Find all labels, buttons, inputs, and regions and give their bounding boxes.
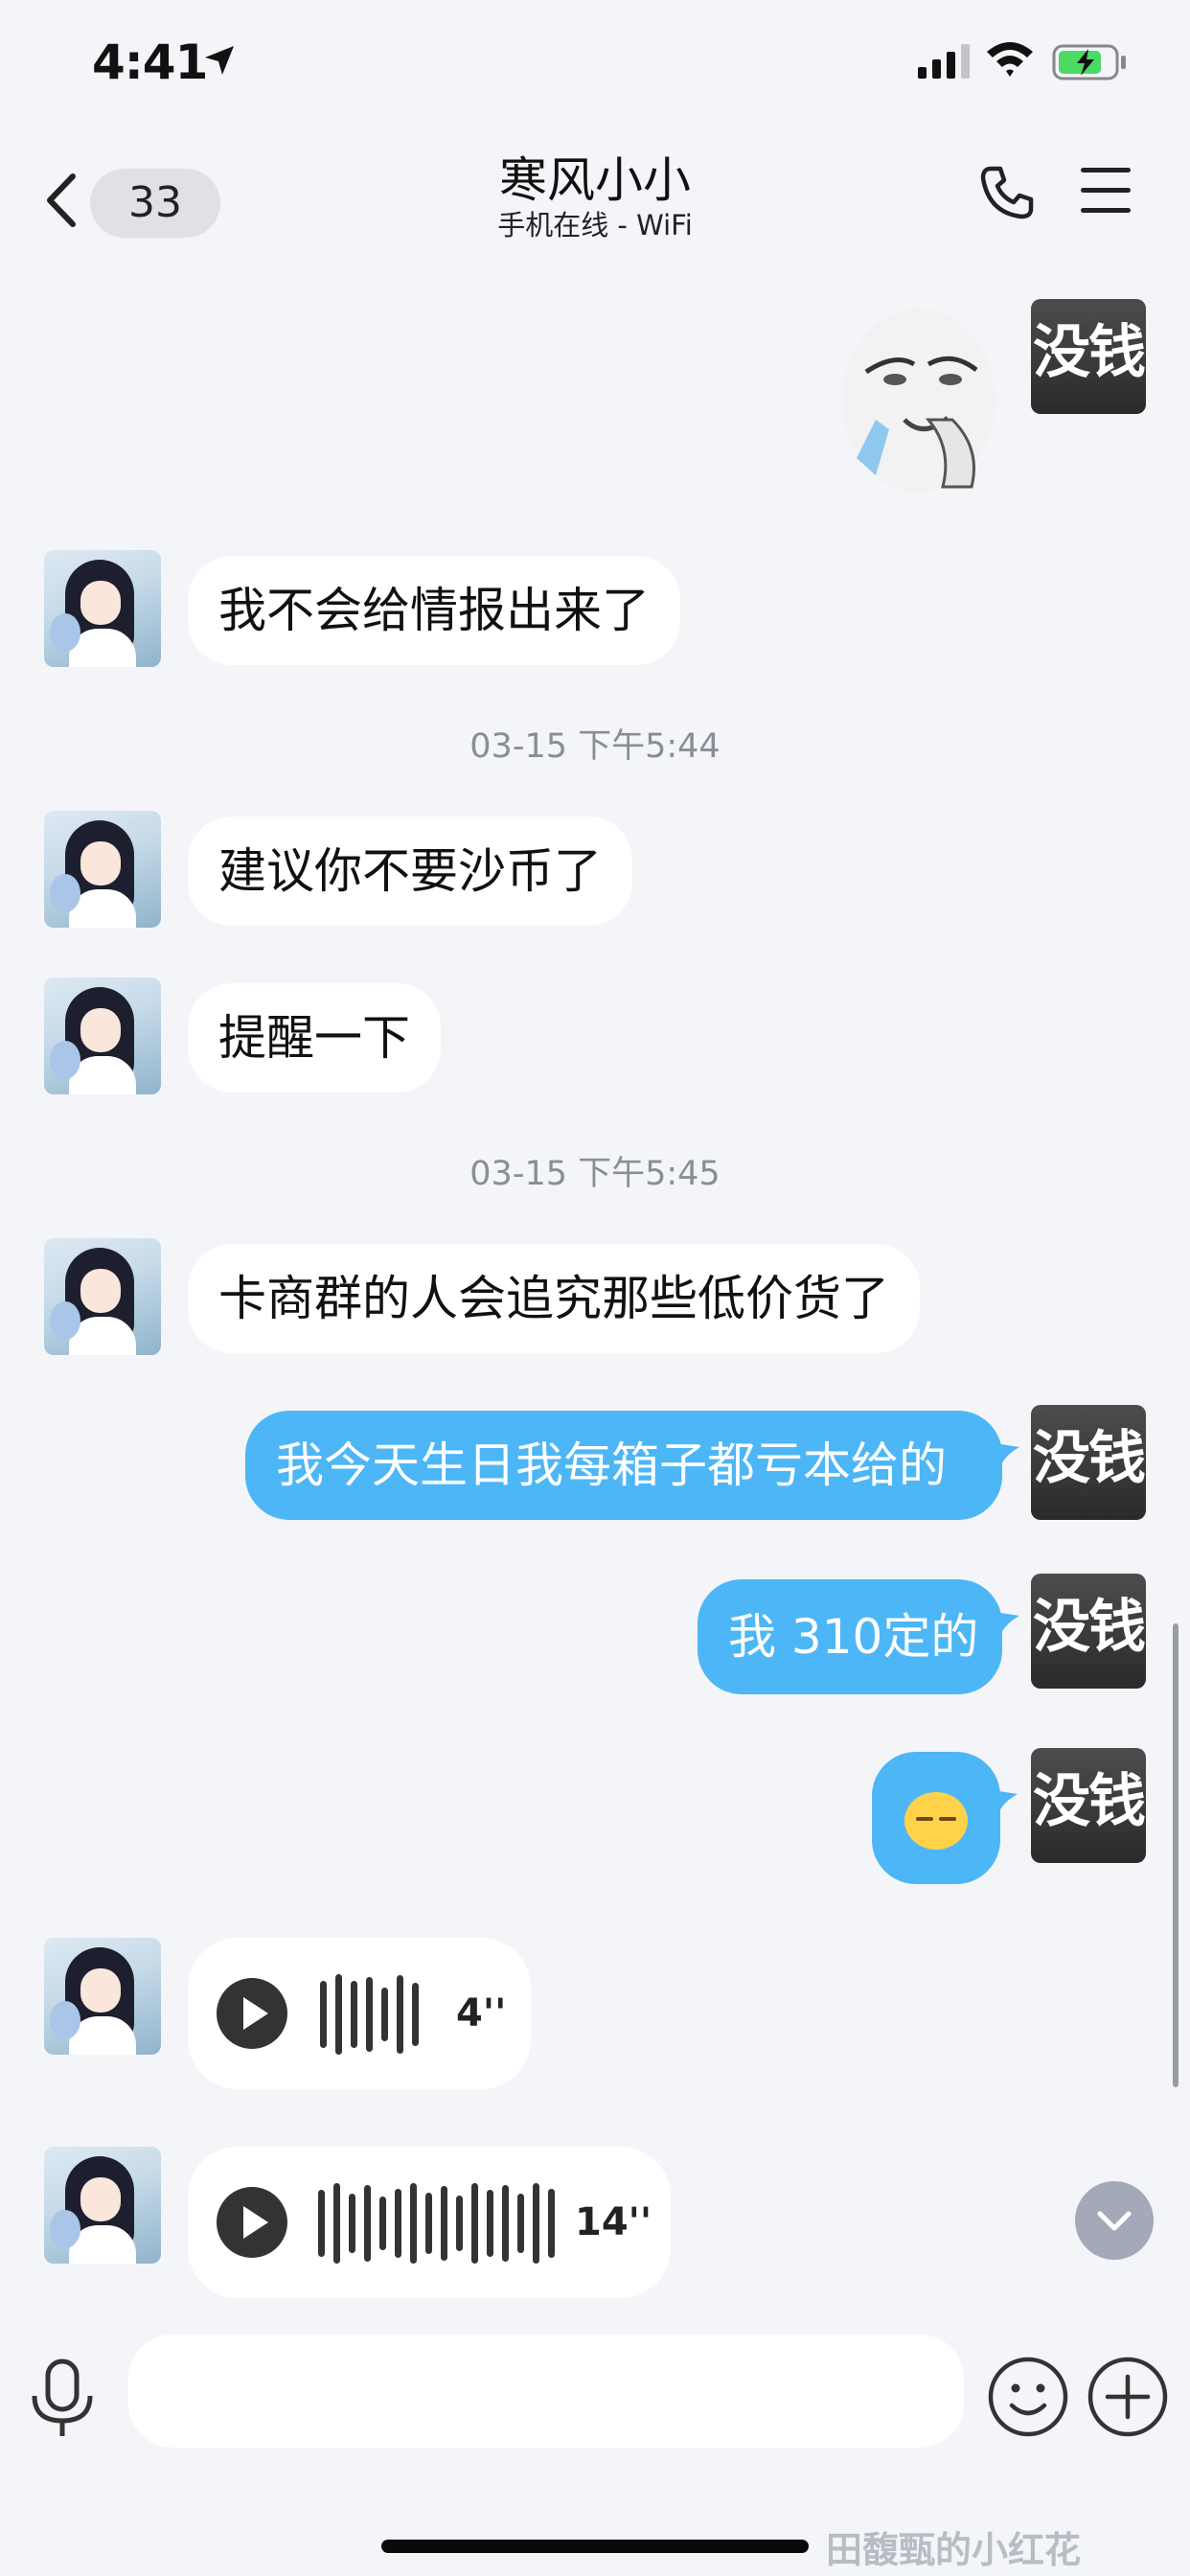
online-status: 手机在线 - WiFi bbox=[497, 209, 693, 242]
watermark: 田馥甄的小红花 bbox=[826, 2529, 1082, 2571]
my-avatar[interactable]: 没钱 bbox=[1031, 1574, 1146, 1689]
bubble-tail bbox=[993, 1790, 1018, 1819]
contact-avatar[interactable] bbox=[44, 1938, 161, 2055]
waveform bbox=[318, 2183, 555, 2264]
message-text: 我 310定的 bbox=[728, 1609, 979, 1665]
message-bubble-outgoing[interactable]: 我今天生日我每箱子都亏本给的 bbox=[245, 1411, 1019, 1520]
contact-avatar[interactable] bbox=[44, 550, 161, 667]
my-avatar[interactable]: 没钱 bbox=[1031, 299, 1146, 414]
chevron-left-icon bbox=[47, 173, 76, 227]
play-icon[interactable] bbox=[217, 1978, 287, 2049]
message-bubble-incoming[interactable]: 卡商群的人会追究那些低价货了 bbox=[188, 1244, 920, 1353]
home-indicator[interactable] bbox=[381, 2540, 809, 2553]
chat-header: 33 寒风小小 手机在线 - WiFi bbox=[0, 134, 1190, 259]
battery-charging-icon bbox=[1052, 44, 1126, 80]
bubble-tail bbox=[995, 1443, 1019, 1472]
scrollbar[interactable] bbox=[1173, 1623, 1179, 2087]
back-button[interactable]: 33 bbox=[44, 161, 220, 238]
status-bar: 4:41 bbox=[0, 0, 1190, 134]
sticker-image[interactable] bbox=[837, 305, 1000, 496]
voice-duration: 14'' bbox=[575, 2200, 652, 2244]
message-timestamp: 03-15 下午5:44 bbox=[469, 727, 721, 766]
waveform bbox=[320, 1974, 419, 2055]
voice-message[interactable]: 14'' bbox=[188, 2147, 671, 2298]
message-bubble-incoming[interactable]: 提醒一下 bbox=[188, 983, 441, 1092]
message-bubble-incoming[interactable]: 建议你不要沙币了 bbox=[188, 816, 632, 926]
contact-avatar[interactable] bbox=[44, 1238, 161, 1355]
menu-icon[interactable] bbox=[1079, 165, 1133, 217]
chat-title: 寒风小小 bbox=[499, 152, 691, 208]
plus-icon[interactable] bbox=[1087, 2356, 1169, 2438]
status-time: 4:41 bbox=[92, 34, 208, 90]
my-avatar[interactable]: 没钱 bbox=[1031, 1748, 1146, 1863]
location-arrow-icon bbox=[205, 46, 234, 75]
message-bubble-outgoing[interactable]: 我 310定的 bbox=[698, 1579, 1019, 1694]
message-input[interactable] bbox=[128, 2334, 964, 2448]
wifi-icon bbox=[987, 42, 1033, 77]
contact-avatar[interactable] bbox=[44, 2147, 161, 2264]
message-timestamp: 03-15 下午5:45 bbox=[469, 1155, 721, 1193]
signal-icon bbox=[918, 44, 970, 79]
smile-icon[interactable] bbox=[987, 2356, 1069, 2438]
voice-message[interactable]: 4'' bbox=[188, 1938, 531, 2089]
message-bubble-outgoing-emoji[interactable] bbox=[872, 1752, 1018, 1884]
scroll-to-bottom-button[interactable] bbox=[1075, 2181, 1154, 2260]
contact-avatar[interactable] bbox=[44, 978, 161, 1094]
message-text: 我今天生日我每箱子都亏本给的 bbox=[276, 1438, 947, 1493]
contact-avatar[interactable] bbox=[44, 811, 161, 928]
microphone-icon[interactable] bbox=[29, 2358, 96, 2440]
message-bubble-incoming[interactable]: 我不会给情报出来了 bbox=[188, 556, 680, 665]
my-avatar[interactable]: 没钱 bbox=[1031, 1405, 1146, 1520]
unread-count-badge: 33 bbox=[90, 169, 220, 238]
bubble-tail bbox=[995, 1612, 1019, 1641]
expressionless-emoji-icon bbox=[904, 1792, 968, 1850]
phone-icon[interactable] bbox=[977, 163, 1037, 222]
voice-duration: 4'' bbox=[456, 1991, 507, 2036]
play-icon[interactable] bbox=[217, 2187, 287, 2258]
chevron-down-icon bbox=[1097, 2211, 1132, 2231]
